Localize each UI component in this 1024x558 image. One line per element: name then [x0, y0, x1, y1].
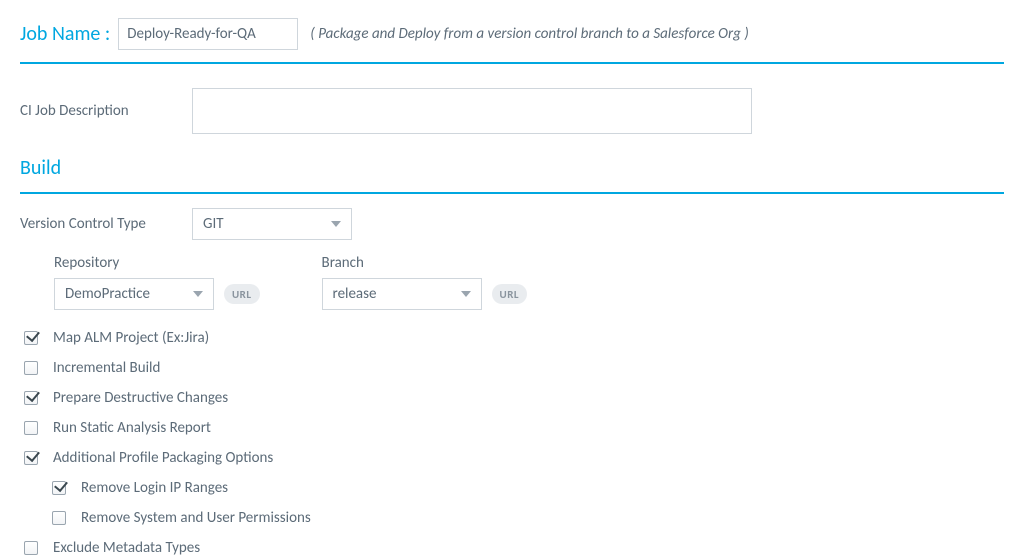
ci-job-description-input[interactable]	[192, 88, 752, 134]
check-remove-login-ip-label: Remove Login IP Ranges	[81, 479, 228, 497]
check-remove-permissions-box[interactable]	[52, 511, 66, 525]
check-incremental-build[interactable]: Incremental Build	[20, 358, 1004, 378]
repository-column: Repository DemoPractice URL	[54, 254, 260, 310]
repo-branch-row: Repository DemoPractice URL Branch relea…	[54, 254, 1004, 310]
job-name-input[interactable]	[118, 18, 298, 50]
build-heading: Build	[20, 156, 1004, 180]
caret-down-icon	[193, 291, 203, 297]
job-name-row: Job Name : ( Package and Deploy from a v…	[20, 18, 1004, 50]
check-map-alm-label: Map ALM Project (Ex:Jira)	[53, 329, 209, 347]
check-prepare-destructive-box[interactable]	[24, 391, 38, 405]
check-static-analysis[interactable]: Run Static Analysis Report	[20, 418, 1004, 438]
version-control-type-select[interactable]: GIT	[192, 208, 352, 240]
check-exclude-metadata-box[interactable]	[24, 541, 38, 555]
ci-job-description-label: CI Job Description	[20, 102, 192, 120]
check-map-alm[interactable]: Map ALM Project (Ex:Jira)	[20, 328, 1004, 348]
job-name-label: Job Name :	[20, 22, 110, 46]
check-exclude-metadata[interactable]: Exclude Metadata Types	[20, 538, 1004, 558]
check-remove-permissions[interactable]: Remove System and User Permissions	[48, 508, 1004, 528]
caret-down-icon	[331, 221, 341, 227]
branch-value: release	[333, 285, 377, 303]
caret-down-icon	[461, 291, 471, 297]
version-control-type-label: Version Control Type	[20, 215, 192, 233]
ci-job-description-row: CI Job Description	[20, 88, 1004, 134]
check-remove-login-ip-box[interactable]	[52, 481, 66, 495]
branch-select[interactable]: release	[322, 278, 482, 310]
repository-select[interactable]: DemoPractice	[54, 278, 214, 310]
job-name-description: ( Package and Deploy from a version cont…	[310, 25, 749, 43]
check-static-analysis-label: Run Static Analysis Report	[53, 419, 211, 437]
version-control-type-row: Version Control Type GIT	[20, 208, 1004, 240]
check-incremental-build-box[interactable]	[24, 361, 38, 375]
repository-url-chip[interactable]: URL	[224, 284, 260, 304]
check-prepare-destructive-label: Prepare Destructive Changes	[53, 389, 228, 407]
section-divider-build	[20, 192, 1004, 194]
check-prepare-destructive[interactable]: Prepare Destructive Changes	[20, 388, 1004, 408]
check-additional-profile[interactable]: Additional Profile Packaging Options	[20, 448, 1004, 468]
check-additional-profile-box[interactable]	[24, 451, 38, 465]
check-exclude-metadata-label: Exclude Metadata Types	[53, 539, 200, 557]
repository-label: Repository	[54, 254, 260, 272]
check-map-alm-box[interactable]	[24, 331, 38, 345]
branch-label: Branch	[322, 254, 528, 272]
branch-column: Branch release URL	[322, 254, 528, 310]
check-incremental-build-label: Incremental Build	[53, 359, 160, 377]
branch-url-chip[interactable]: URL	[492, 284, 528, 304]
check-remove-permissions-label: Remove System and User Permissions	[81, 509, 311, 527]
check-static-analysis-box[interactable]	[24, 421, 38, 435]
build-options-list: Map ALM Project (Ex:Jira) Incremental Bu…	[20, 328, 1004, 558]
repository-value: DemoPractice	[65, 285, 150, 303]
section-divider-top	[20, 62, 1004, 64]
check-additional-profile-label: Additional Profile Packaging Options	[53, 449, 273, 467]
version-control-type-value: GIT	[203, 215, 224, 233]
check-remove-login-ip[interactable]: Remove Login IP Ranges	[48, 478, 1004, 498]
